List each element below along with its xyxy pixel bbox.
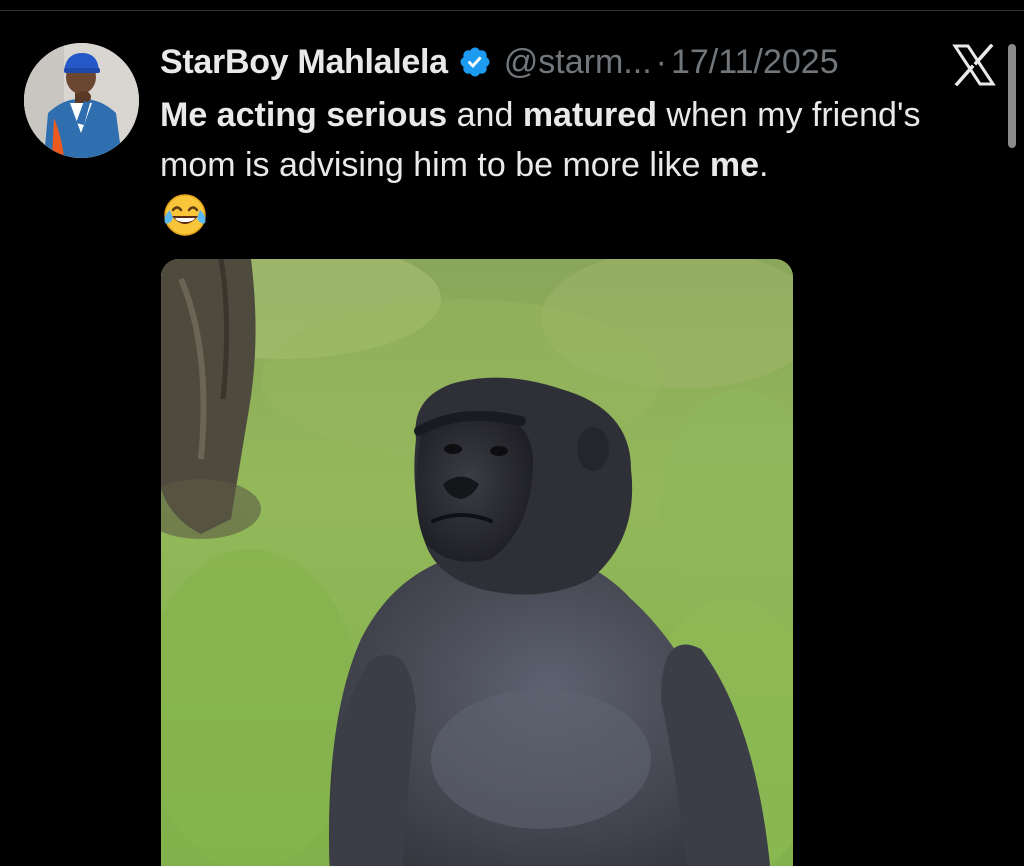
tweet-media-photo[interactable]: [161, 259, 793, 866]
tweet-text-bold-2: matured: [522, 96, 657, 134]
author-handle[interactable]: @starm...: [504, 43, 652, 82]
separator-dot: ·: [655, 42, 667, 81]
tears-of-joy-emoji-icon: [162, 192, 208, 238]
tweet-timestamp[interactable]: 17/11/2025: [671, 43, 839, 82]
tweet-text-period: .: [759, 146, 769, 184]
gorilla-image: [161, 259, 793, 866]
tweet-header: StarBoy Mahlalela @starm... · 17/11/2025: [160, 38, 839, 86]
tweet-text-bold-3: me: [709, 146, 760, 184]
author-display-name[interactable]: StarBoy Mahlalela: [160, 43, 448, 82]
tweet-text-bold-1: Me acting serious: [160, 96, 448, 134]
x-logo-icon: [952, 43, 996, 87]
top-divider: [0, 10, 1024, 11]
avatar-photo: [24, 43, 139, 158]
scrollbar[interactable]: [1008, 44, 1016, 148]
tweet-text: Me acting serious and matured when my fr…: [160, 90, 1000, 190]
verified-badge-icon[interactable]: [458, 45, 492, 79]
avatar[interactable]: [24, 43, 139, 158]
tweet-text-plain-1: and: [447, 96, 523, 134]
